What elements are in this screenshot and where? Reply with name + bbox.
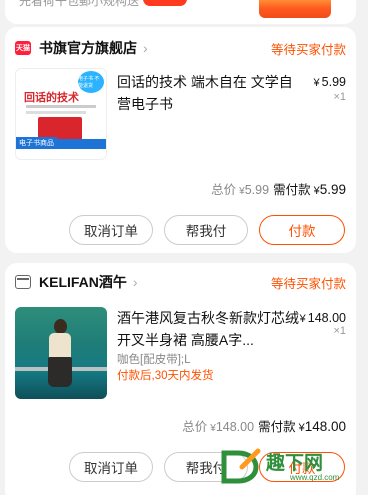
order-total-row: 总价 ¥ 5.99 需付款 ¥ 5.99 bbox=[211, 179, 346, 198]
shop-header[interactable]: KELIFAN酒午 › 等待买家付款 bbox=[15, 271, 346, 293]
currency-symbol: ¥ bbox=[299, 313, 306, 325]
unit-price-value: 148.00 bbox=[307, 311, 346, 325]
tmall-icon: 天猫 bbox=[15, 41, 31, 55]
promo-badge bbox=[143, 0, 187, 6]
previous-order-text: 先看荷干包郵小规构送 bbox=[19, 0, 140, 8]
unit-price: ¥148.00 bbox=[300, 311, 346, 325]
total-value: 148.00 bbox=[215, 420, 255, 434]
pay-for-me-button[interactable]: 帮我付 bbox=[164, 215, 248, 245]
total-label: 总价 bbox=[182, 420, 208, 434]
product-title[interactable]: 回话的技术 端木自在 文学自营电子书 bbox=[117, 71, 303, 115]
chevron-right-icon[interactable]: › bbox=[143, 40, 148, 56]
total-label: 总价 bbox=[211, 183, 237, 197]
product-thumbnail[interactable] bbox=[15, 307, 107, 399]
cancel-order-button[interactable]: 取消订单 bbox=[69, 215, 153, 245]
book-cover-line bbox=[26, 111, 86, 114]
shipping-note: 付款后,30天内发货 bbox=[117, 370, 214, 382]
shop-name[interactable]: KELIFAN酒午 bbox=[39, 272, 127, 292]
order-total-row: 总价 ¥ 148.00 需付款 ¥ 148.00 bbox=[182, 416, 346, 435]
product-thumbnail[interactable]: 电子书 不能退货 回话的技术 电子书商品 bbox=[15, 68, 107, 160]
previous-order-card-fragment: 先看荷干包郵小规构送 bbox=[5, 0, 356, 24]
unit-price: ¥5.99 bbox=[314, 75, 346, 89]
chevron-right-icon[interactable]: › bbox=[133, 274, 138, 290]
total-value: 5.99 bbox=[244, 183, 270, 197]
due-label: 需付款 bbox=[258, 420, 296, 434]
site-watermark: 趣下网 www.qzd.com bbox=[220, 445, 360, 489]
pay-button[interactable]: 付款 bbox=[259, 215, 345, 245]
currency-symbol: ¥ bbox=[313, 77, 320, 89]
watermark-logo-icon bbox=[221, 448, 261, 484]
quantity: ×1 bbox=[333, 91, 346, 103]
ebook-tag: 电子书商品 bbox=[16, 137, 57, 149]
order-card-1[interactable]: 天猫 书旗官方旗舰店 › 等待买家付款 电子书 不能退货 回话的技术 电子书商品… bbox=[5, 27, 356, 253]
order-status: 等待买家付款 bbox=[270, 42, 346, 57]
watermark-text: 趣下网 bbox=[266, 453, 324, 474]
order-status: 等待买家付款 bbox=[270, 276, 346, 291]
product-title[interactable]: 酒午港风复古秋冬新款灯芯绒开叉半身裙 高腰A字... bbox=[117, 307, 303, 351]
book-cover-title: 回话的技术 bbox=[24, 92, 79, 104]
cancel-order-button[interactable]: 取消订单 bbox=[69, 452, 153, 482]
due-value: 5.99 bbox=[319, 182, 346, 197]
book-cover-line bbox=[26, 105, 96, 108]
shop-name[interactable]: 书旗官方旗舰店 bbox=[39, 38, 137, 58]
ebook-badge: 电子书 不能退货 bbox=[78, 71, 104, 93]
shop-header[interactable]: 天猫 书旗官方旗舰店 › 等待买家付款 bbox=[15, 37, 346, 59]
model-photo bbox=[48, 319, 72, 395]
promo-image bbox=[259, 0, 331, 18]
quantity: ×1 bbox=[333, 325, 346, 337]
watermark-url: www.qzd.com bbox=[290, 473, 340, 482]
due-value: 148.00 bbox=[304, 419, 346, 434]
sku-spec: 咖色[配皮带];L bbox=[117, 354, 191, 366]
unit-price-value: 5.99 bbox=[321, 75, 346, 89]
store-icon bbox=[15, 275, 31, 289]
due-label: 需付款 bbox=[273, 183, 311, 197]
